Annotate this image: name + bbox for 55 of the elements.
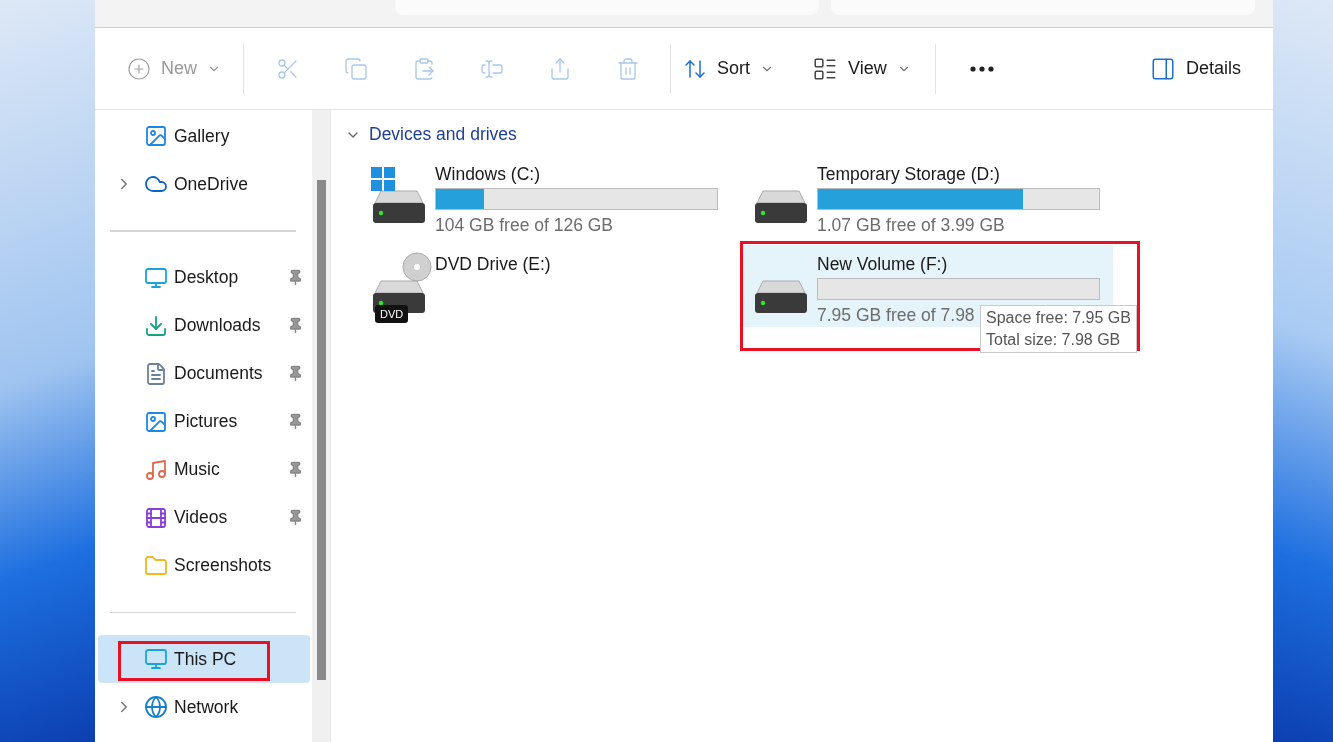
pin-icon [287,365,304,382]
pin-icon [287,317,304,334]
sidebar-item[interactable]: Screenshots [98,541,310,590]
dvd-label: DVD [375,305,409,323]
music-icon [144,457,168,482]
paste-icon [412,56,436,81]
drive-name: DVD Drive (E:) [435,254,551,275]
sidebar-item[interactable]: Music [98,445,310,494]
drive-tile[interactable]: Windows (C:) 104 GB free of 126 GB [361,155,731,237]
pin-icon [287,509,304,526]
scrollbar-thumb[interactable] [316,180,326,680]
pin-icon [287,461,304,478]
sidebar-item[interactable]: Desktop [98,253,310,302]
drive-name: Temporary Storage (D:) [817,164,1001,185]
folder-icon [144,553,168,578]
videos-icon [144,505,168,530]
trash-icon [616,56,640,81]
sidebar-item[interactable]: Documents [98,349,310,398]
free-space-text: 7.95 GB free of 7.98 [817,305,975,326]
scrollbar[interactable] [312,110,330,742]
copy-icon [344,56,368,81]
free-space-text: 104 GB free of 126 GB [435,215,614,236]
sidebar-item[interactable]: Downloads [98,301,310,350]
sidebar-item[interactable]: OneDrive [98,160,310,208]
sidebar-item[interactable]: Pictures [98,397,310,446]
drive-icon [370,166,426,224]
sidebar-item[interactable]: Gallery [98,112,310,160]
drive-icon [755,280,808,314]
panel-icon [1149,55,1176,82]
drive-name: Windows (C:) [435,164,541,185]
free-space-text: 1.07 GB free of 3.99 GB [817,215,1005,236]
tooltip-text: Total size: 7.98 GB [986,331,1122,349]
documents-icon [144,361,168,386]
drive-tile[interactable]: Temporary Storage (D:) 1.07 GB free of 3.99 GB [743,155,1113,237]
plus-icon [127,56,151,81]
drive-icon [755,190,808,224]
pin-icon [287,413,304,430]
pin-icon [287,269,304,286]
view-button[interactable]: View [808,47,915,90]
group-header[interactable]: Devices and drives [345,124,517,145]
desktop-icon [144,265,168,290]
sidebar-item[interactable]: Videos [98,493,310,542]
sort-button[interactable]: Sort [679,48,779,89]
details-button[interactable]: Details [1145,47,1245,90]
more-icon [969,65,994,72]
gallery-icon [144,124,168,148]
drive-tile[interactable]: DVD DVD Drive (E:) [361,245,731,327]
share-icon [548,56,572,81]
drive-name: New Volume (F:) [817,254,949,275]
network-icon [144,695,168,719]
sidebar-item[interactable]: Network [98,683,310,731]
pc-icon [144,647,168,671]
pictures-icon [144,409,168,434]
downloads-icon [144,313,168,338]
sidebar-item[interactable]: This PC [98,635,310,683]
